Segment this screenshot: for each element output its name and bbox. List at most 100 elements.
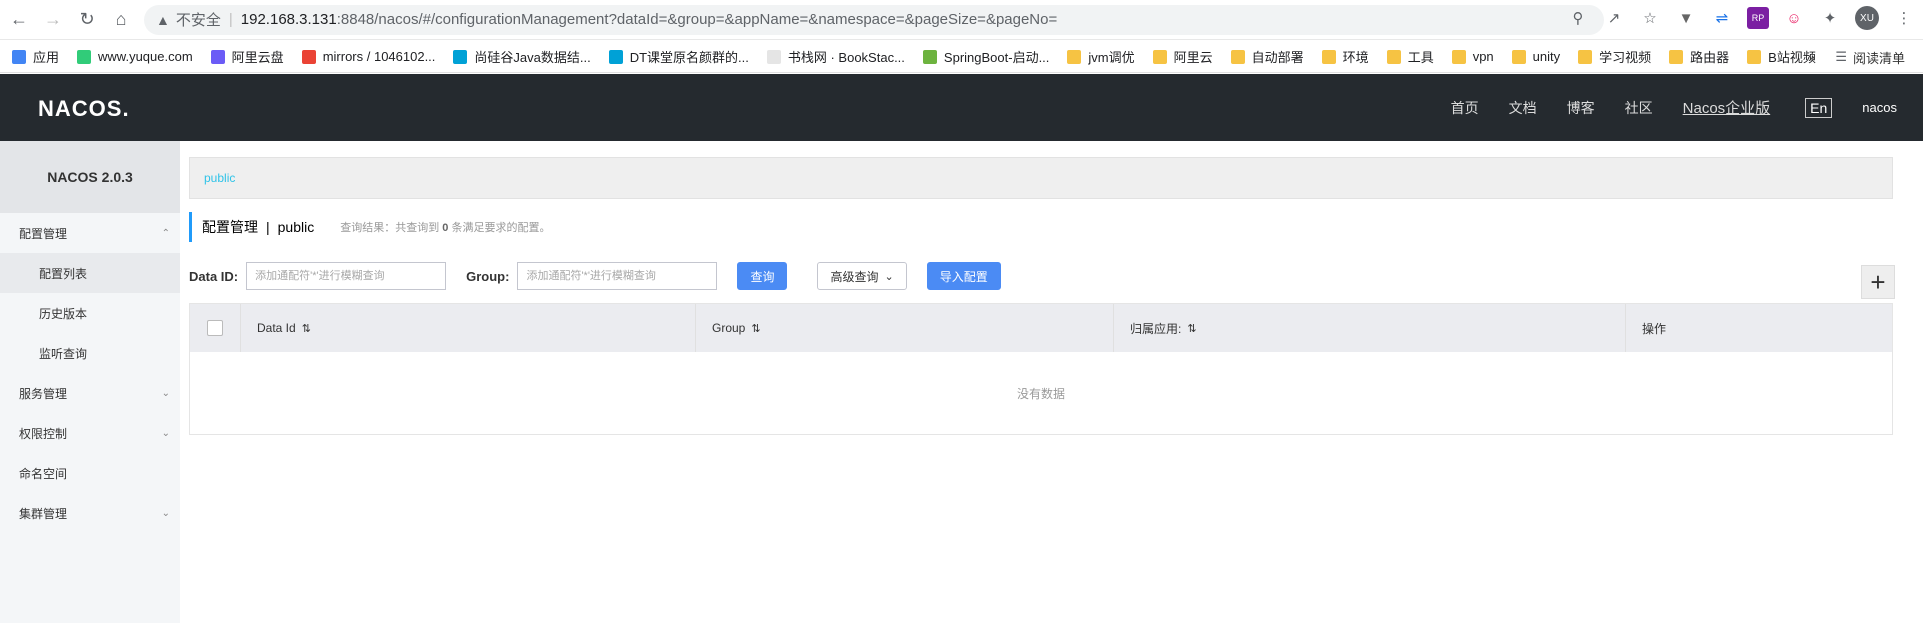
sidebar: NACOS 2.0.3 配置管理 ⌃ 配置列表 历史版本 监听查询 服务管理 ⌄… bbox=[0, 141, 180, 623]
chevron-down-icon: ⌄ bbox=[161, 427, 170, 439]
key-icon[interactable]: ⚲ bbox=[1567, 7, 1589, 29]
folder-icon bbox=[1321, 49, 1336, 64]
browser-toolbar: ← → ↻ ⌂ ▲ 不安全 | 192.168.3.131:8848/nacos… bbox=[0, 0, 1923, 40]
sidebar-item-history[interactable]: 历史版本 bbox=[0, 293, 180, 333]
add-config-button[interactable]: + bbox=[1861, 265, 1895, 299]
bookmark-item[interactable]: 应用 bbox=[12, 47, 59, 66]
page-title-text: 配置管理 bbox=[202, 219, 258, 235]
extension-cat-icon[interactable]: ☺ bbox=[1783, 7, 1805, 29]
nav-community[interactable]: 社区 bbox=[1625, 98, 1653, 118]
reading-list-icon: ☰ bbox=[1835, 49, 1847, 64]
sidebar-item-label: 监听查询 bbox=[39, 346, 88, 361]
bookmark-item[interactable]: unity bbox=[1511, 49, 1560, 64]
chevron-down-icon: ⌄ bbox=[884, 270, 894, 283]
sidebar-item-access-control[interactable]: 权限控制 ⌄ bbox=[0, 413, 180, 453]
column-app[interactable]: 归属应用: ⇅ bbox=[1114, 304, 1626, 352]
import-config-button[interactable]: 导入配置 bbox=[926, 262, 1001, 290]
bookmark-label: 书栈网 · BookStac... bbox=[787, 50, 905, 65]
sidebar-item-cluster-management[interactable]: 集群管理 ⌄ bbox=[0, 493, 180, 533]
bookmark-item[interactable]: www.yuque.com bbox=[77, 49, 193, 64]
book-icon bbox=[766, 49, 781, 64]
home-icon[interactable]: ⌂ bbox=[106, 5, 136, 35]
bookmark-item[interactable]: 路由器 bbox=[1669, 47, 1729, 66]
bookmark-item[interactable]: 阿里云 bbox=[1152, 47, 1213, 66]
bookmark-item[interactable]: 环境 bbox=[1321, 47, 1369, 66]
star-icon[interactable]: ☆ bbox=[1639, 7, 1661, 29]
bookmark-item[interactable]: 学习视频 bbox=[1578, 47, 1651, 66]
search-form: Data ID: Group: 查询 高级查询 ⌄ 导入配置 bbox=[189, 261, 1001, 291]
group-input[interactable] bbox=[517, 262, 718, 290]
namespace-tab-public[interactable]: public bbox=[204, 171, 235, 185]
sort-icon[interactable]: ⇅ bbox=[302, 322, 311, 335]
user-menu[interactable]: nacos bbox=[1862, 100, 1897, 115]
bookmark-item[interactable]: jvm调优 bbox=[1067, 47, 1135, 66]
reload-icon[interactable]: ↻ bbox=[72, 5, 102, 35]
sort-icon[interactable]: ⇅ bbox=[751, 322, 760, 335]
kebab-menu-icon[interactable]: ⋮ bbox=[1893, 7, 1915, 29]
folder-icon bbox=[1230, 49, 1245, 64]
profile-avatar[interactable]: XU bbox=[1855, 6, 1879, 30]
share-icon[interactable]: ↗ bbox=[1603, 7, 1625, 29]
bookmark-label: 环境 bbox=[1342, 50, 1369, 65]
sidebar-item-label: 集群管理 bbox=[19, 506, 68, 521]
empty-state: 没有数据 bbox=[1016, 386, 1065, 401]
sidebar-item-config-management[interactable]: 配置管理 ⌃ bbox=[0, 213, 180, 253]
folder-icon bbox=[1511, 49, 1526, 64]
sort-icon[interactable]: ⇅ bbox=[1187, 322, 1196, 335]
result-summary: 查询结果：共查询到 0 条满足要求的配置。 bbox=[340, 222, 551, 234]
advanced-query-button[interactable]: 高级查询 ⌄ bbox=[817, 262, 907, 290]
nacos-logo[interactable]: NACOS. bbox=[38, 96, 130, 122]
nav-blog[interactable]: 博客 bbox=[1567, 98, 1595, 118]
bookmark-item[interactable]: vpn bbox=[1451, 49, 1494, 64]
query-button[interactable]: 查询 bbox=[737, 262, 788, 290]
nav-enterprise[interactable]: Nacos企业版 bbox=[1683, 97, 1771, 118]
bookmark-item[interactable]: 书栈网 · BookStac... bbox=[766, 47, 905, 66]
dataid-input[interactable] bbox=[246, 262, 447, 290]
bookmark-item[interactable]: 工具 bbox=[1386, 47, 1434, 66]
bookmark-label: 工具 bbox=[1407, 50, 1434, 65]
bookmark-label: 应用 bbox=[33, 50, 60, 65]
page-title: 配置管理 | public 查询结果：共查询到 0 条满足要求的配置。 bbox=[189, 212, 550, 242]
sidebar-item-config-list[interactable]: 配置列表 bbox=[0, 253, 180, 293]
translate-icon[interactable]: ⇌ bbox=[1711, 7, 1733, 29]
chevron-down-icon: ⌄ bbox=[161, 387, 170, 399]
language-switch[interactable]: En bbox=[1805, 97, 1833, 118]
forward-icon[interactable]: → bbox=[38, 5, 68, 35]
bookmark-item[interactable]: 尚硅谷Java数据结... bbox=[453, 47, 591, 66]
back-icon[interactable]: ← bbox=[4, 5, 34, 35]
column-group[interactable]: Group ⇅ bbox=[696, 304, 1114, 352]
sidebar-item-label: 配置列表 bbox=[39, 266, 88, 281]
bookmarks-more-icon[interactable]: » bbox=[1808, 50, 1815, 65]
bookmark-label: 路由器 bbox=[1690, 50, 1730, 65]
bookmark-item[interactable]: mirrors / 1046102... bbox=[301, 49, 435, 64]
extension-rp-icon[interactable]: RP bbox=[1747, 7, 1769, 29]
folder-icon bbox=[1578, 49, 1593, 64]
bookmark-item[interactable]: SpringBoot-启动... bbox=[922, 47, 1050, 66]
bookmark-item[interactable]: DT课堂原名颜群的... bbox=[608, 47, 749, 66]
yuque-icon bbox=[77, 49, 92, 64]
sidebar-item-service-management[interactable]: 服务管理 ⌄ bbox=[0, 373, 180, 413]
nav-docs[interactable]: 文档 bbox=[1509, 98, 1537, 118]
bookmark-label: 自动部署 bbox=[1251, 50, 1304, 65]
reading-list[interactable]: 阅读清单 bbox=[1853, 48, 1905, 67]
bookmark-label: 阿里云盘 bbox=[231, 50, 284, 65]
nav-home[interactable]: 首页 bbox=[1451, 98, 1479, 118]
bookmark-item[interactable]: 自动部署 bbox=[1230, 47, 1304, 66]
sidebar-item-namespace[interactable]: 命名空间 bbox=[0, 453, 180, 493]
config-table: Data Id ⇅ Group ⇅ 归属应用: ⇅ 操作 没有数据 bbox=[189, 303, 1893, 435]
sidebar-item-listener-query[interactable]: 监听查询 bbox=[0, 333, 180, 373]
column-dataid[interactable]: Data Id ⇅ bbox=[241, 304, 696, 352]
address-bar[interactable]: ▲ 不安全 | 192.168.3.131:8848/nacos/#/confi… bbox=[144, 4, 1604, 35]
bookmark-item[interactable]: 阿里云盘 bbox=[210, 47, 284, 66]
page-title-namespace: public bbox=[277, 219, 315, 235]
puzzle-icon[interactable]: ✦ bbox=[1819, 7, 1841, 29]
vue-devtools-icon[interactable]: ▼ bbox=[1675, 7, 1697, 29]
select-all-checkbox[interactable] bbox=[207, 320, 223, 336]
bookmark-label: SpringBoot-启动... bbox=[943, 50, 1050, 65]
folder-icon bbox=[1747, 49, 1762, 64]
select-all-cell bbox=[190, 304, 241, 352]
sidebar-item-label: 命名空间 bbox=[19, 466, 68, 481]
bookmark-item[interactable]: B站视频 bbox=[1747, 47, 1816, 66]
bookmark-label: 学习视频 bbox=[1599, 50, 1652, 65]
bilibili-icon bbox=[608, 49, 623, 64]
